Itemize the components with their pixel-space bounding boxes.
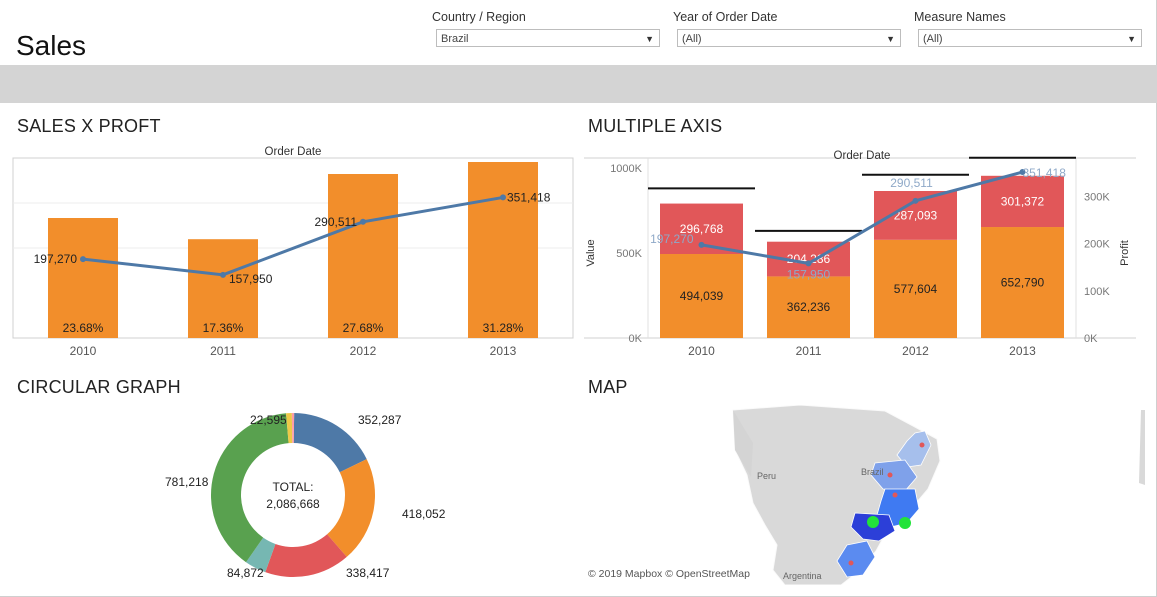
dashboard-title: Sales — [16, 30, 87, 61]
line-point[interactable] — [805, 260, 812, 267]
map-point[interactable] — [887, 472, 893, 478]
map-label-brazil: Brazil — [861, 467, 884, 477]
bar-label: 17.36% — [203, 321, 244, 335]
y-axis-title: Value — [585, 239, 597, 266]
y2-axis-title: Profit — [1119, 240, 1131, 266]
x-tick-label: 2011 — [210, 344, 236, 358]
bar[interactable] — [328, 174, 398, 338]
map-point[interactable] — [919, 442, 925, 448]
profit-line[interactable] — [82, 195, 504, 277]
slice-label: 338,417 — [346, 566, 390, 580]
filter-year: Year of Order Date (All) ▼ — [673, 8, 901, 47]
x-tick-label: 2011 — [796, 344, 822, 358]
line-point[interactable] — [220, 271, 226, 278]
donut-center-value: 2,086,668 — [266, 497, 320, 511]
map-point[interactable] — [848, 560, 854, 566]
chevron-down-icon[interactable]: ▼ — [886, 30, 895, 48]
map-point[interactable] — [892, 492, 898, 498]
line-label: 290,511 — [315, 215, 358, 229]
panel-title-sales-profit: SALES X PROFT — [17, 116, 161, 136]
slice-label: 22,595 — [250, 413, 287, 427]
line-point[interactable] — [80, 256, 86, 263]
filter-country-label: Country / Region — [432, 10, 526, 24]
line-point[interactable] — [500, 194, 506, 201]
segment-label: 494,039 — [680, 289, 724, 303]
line-point[interactable] — [698, 241, 705, 248]
donut-slice[interactable] — [293, 413, 367, 473]
bar[interactable] — [468, 162, 538, 338]
line-point[interactable] — [360, 218, 366, 225]
bar-label: 23.68% — [63, 321, 104, 335]
filter-country: Country / Region Brazil ▼ — [432, 8, 660, 47]
filter-country-select[interactable]: Brazil ▼ — [436, 29, 660, 47]
y-tick-label: 1000K — [610, 163, 642, 175]
multiple-axis-chart[interactable]: Order Date 1000K 500K 0K 300K 200K 100K 0K Value… — [580, 140, 1157, 365]
filter-year-value: (All) — [682, 33, 702, 45]
slice-label: 781,218 — [165, 475, 209, 489]
slice-label: 418,052 — [402, 507, 446, 521]
sales-profit-chart[interactable]: Order Date 23.68% 2010 17.36% 2011 27.68% 2012… — [0, 140, 580, 365]
filter-measure-label: Measure Names — [914, 10, 1006, 24]
segment-label: 301,372 — [1001, 194, 1045, 208]
donut-slice[interactable] — [327, 459, 375, 557]
line-label: 290,511 — [890, 176, 933, 190]
segment-label: 362,236 — [787, 300, 831, 314]
x-tick-label: 2013 — [1009, 344, 1036, 358]
y2-tick-label: 300K — [1084, 191, 1110, 203]
filter-country-value: Brazil — [441, 33, 469, 45]
panel-title-circular: CIRCULAR GRAPH — [17, 377, 181, 397]
x-tick-label: 2012 — [350, 344, 377, 358]
chart-header: Order Date — [834, 150, 891, 162]
y2-tick-label: 0K — [1084, 333, 1098, 345]
x-tick-label: 2010 — [70, 344, 97, 358]
panel-title-map: MAP — [588, 377, 628, 397]
line-label: 351,418 — [1023, 166, 1067, 180]
line-label: 197,270 — [34, 252, 78, 266]
slice-label: 352,287 — [358, 413, 402, 427]
bar-label: 27.68% — [343, 321, 384, 335]
filter-measure: Measure Names (All) ▼ — [914, 8, 1142, 47]
header-band — [0, 65, 1157, 103]
filter-year-label: Year of Order Date — [673, 10, 778, 24]
circular-chart[interactable]: 352,287 418,052 338,417 84,872 781,218 22,595… — [120, 400, 460, 590]
chart-header: Order Date — [265, 146, 322, 158]
x-tick-label: 2010 — [688, 344, 715, 358]
map-point-highlight[interactable] — [867, 516, 879, 528]
segment-label: 577,604 — [894, 282, 938, 296]
line-label: 157,950 — [787, 267, 831, 281]
chevron-down-icon[interactable]: ▼ — [645, 30, 654, 48]
y-tick-label: 0K — [629, 333, 643, 345]
x-tick-label: 2012 — [902, 344, 929, 358]
map-attribution: © 2019 Mapbox © OpenStreetMap — [588, 568, 750, 580]
line-label: 197,270 — [650, 232, 694, 246]
line-label: 351,418 — [507, 190, 551, 204]
map-point-highlight[interactable] — [899, 517, 911, 529]
map-label-peru: Peru — [757, 471, 776, 481]
filter-year-select[interactable]: (All) ▼ — [677, 29, 901, 47]
chevron-down-icon[interactable]: ▼ — [1127, 30, 1136, 48]
profit-line[interactable] — [701, 170, 1023, 265]
filter-measure-select[interactable]: (All) ▼ — [918, 29, 1142, 47]
map-view[interactable]: Brazil Peru Argentina © 2019 Mapbox © Op… — [585, 405, 1145, 585]
y2-tick-label: 100K — [1084, 286, 1110, 298]
line-point[interactable] — [912, 197, 919, 204]
panel-title-multiple-axis: MULTIPLE AXIS — [588, 116, 723, 136]
donut-center-label: TOTAL: — [273, 480, 314, 494]
filter-measure-value: (All) — [923, 33, 943, 45]
line-label: 157,950 — [229, 272, 273, 286]
bar-label: 31.28% — [483, 321, 524, 335]
segment-label: 652,790 — [1001, 276, 1045, 290]
y-tick-label: 500K — [616, 248, 642, 260]
bar[interactable] — [48, 218, 118, 338]
x-tick-label: 2013 — [490, 344, 517, 358]
y2-tick-label: 200K — [1084, 239, 1110, 251]
slice-label: 84,872 — [227, 566, 264, 580]
map-label-argentina: Argentina — [783, 571, 822, 581]
